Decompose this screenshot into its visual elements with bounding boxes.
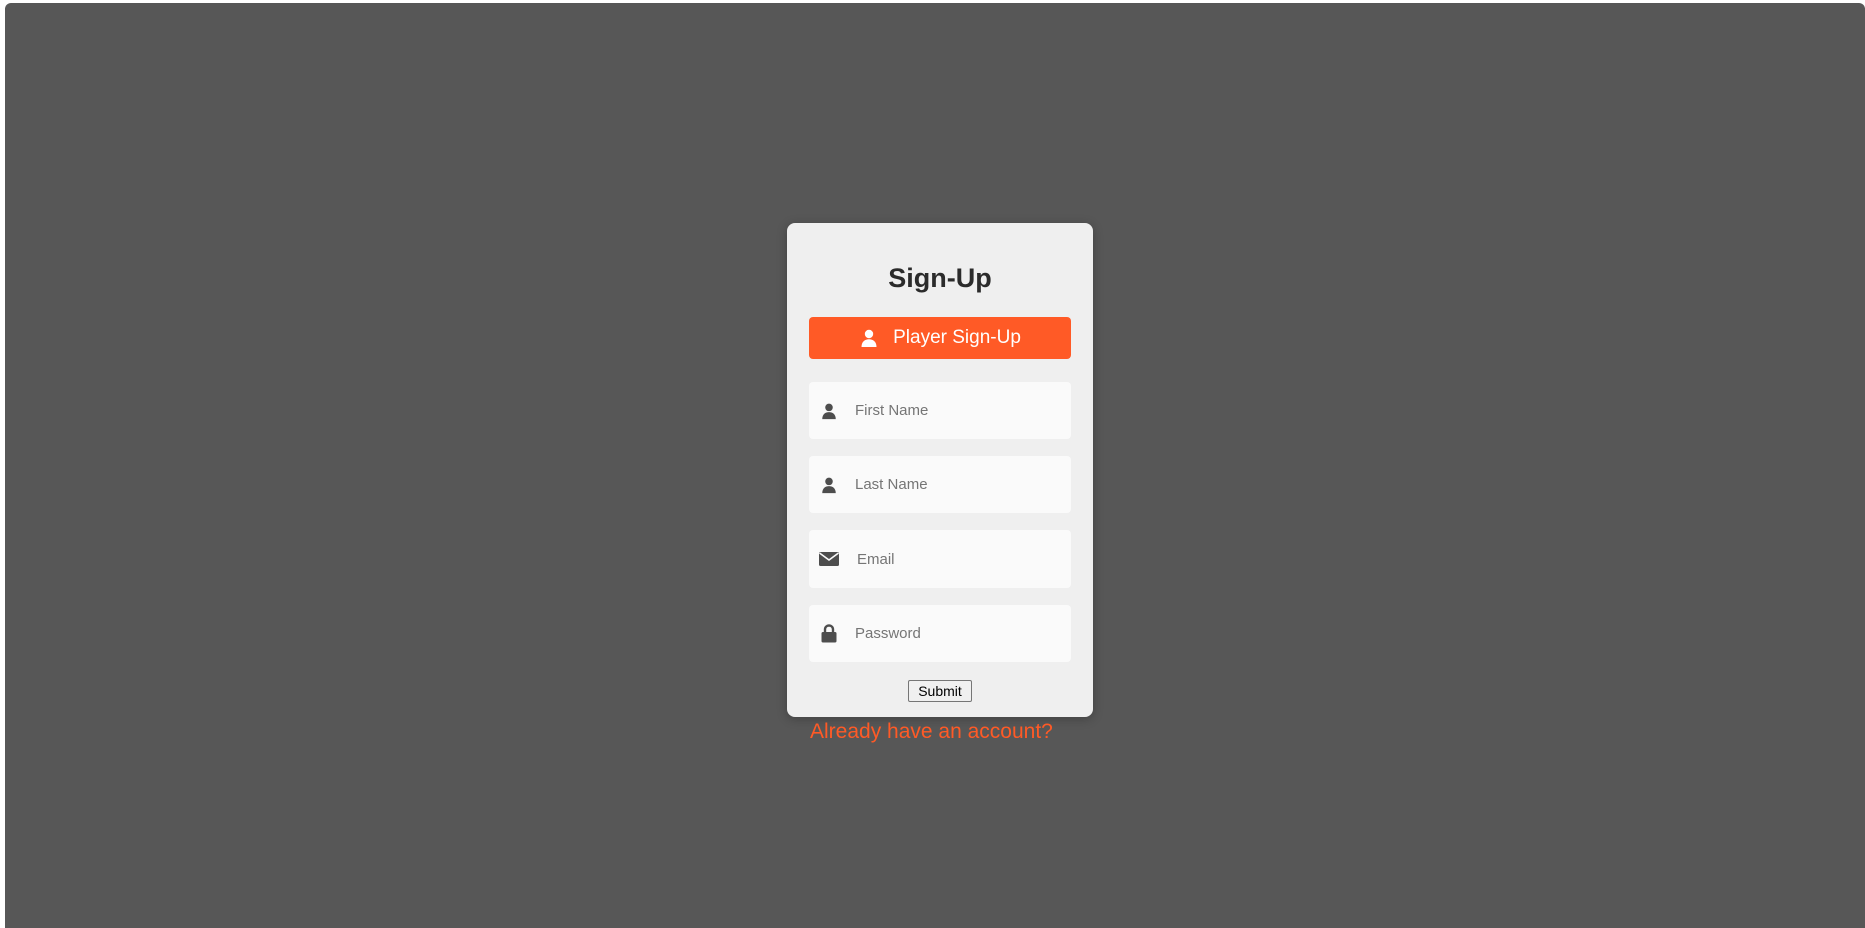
page-background: Sign-Up Player Sign-Up First Name Last N… — [5, 3, 1865, 928]
player-signup-button[interactable]: Player Sign-Up — [809, 317, 1071, 359]
submit-button[interactable]: Submit — [908, 680, 972, 702]
player-signup-label: Player Sign-Up — [893, 327, 1021, 348]
last-name-field — [809, 456, 1071, 513]
page-title: Sign-Up — [888, 263, 992, 293]
user-icon — [819, 475, 839, 495]
user-icon — [859, 328, 879, 348]
login-link[interactable]: Already have an account? — [810, 719, 1053, 745]
last-name-input[interactable] — [855, 456, 1061, 513]
first-name-input[interactable] — [855, 382, 1061, 439]
first-name-field — [809, 382, 1071, 439]
email-input[interactable] — [857, 530, 1063, 588]
user-icon — [819, 401, 839, 421]
email-field — [809, 530, 1071, 588]
password-input[interactable] — [855, 605, 1061, 662]
password-field — [809, 605, 1071, 662]
signup-card: Sign-Up Player Sign-Up First Name Last N… — [787, 223, 1093, 717]
lock-icon — [819, 624, 839, 644]
envelope-icon — [819, 549, 839, 569]
